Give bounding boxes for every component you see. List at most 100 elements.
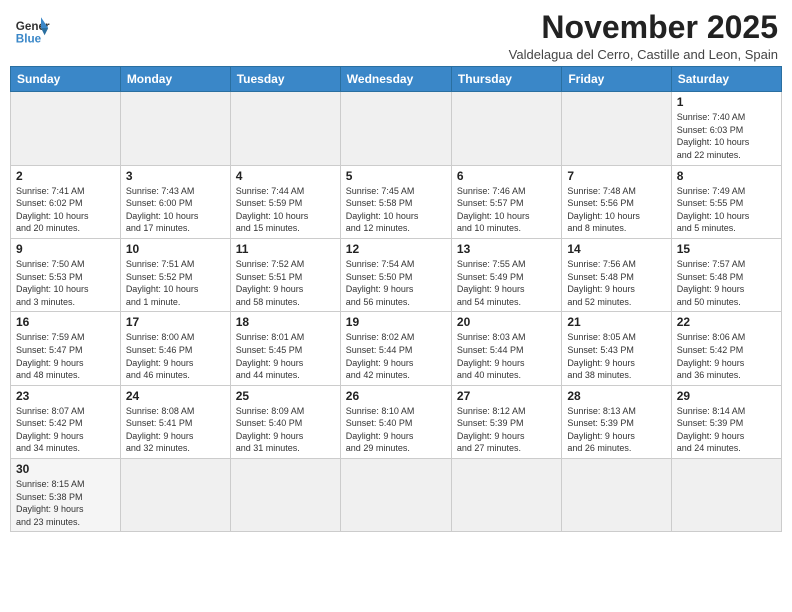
day-info: Sunrise: 7:48 AM Sunset: 5:56 PM Dayligh… (567, 185, 665, 235)
calendar-cell-4 (451, 92, 561, 165)
day-info: Sunrise: 7:55 AM Sunset: 5:49 PM Dayligh… (457, 258, 556, 308)
day-info: Sunrise: 8:00 AM Sunset: 5:46 PM Dayligh… (126, 331, 225, 381)
day-number: 14 (567, 242, 665, 256)
day-info: Sunrise: 8:13 AM Sunset: 5:39 PM Dayligh… (567, 405, 665, 455)
day-number: 28 (567, 389, 665, 403)
day-number: 20 (457, 315, 556, 329)
calendar-cell-17: 12 Sunrise: 7:54 AM Sunset: 5:50 PM Dayli… (340, 238, 451, 311)
day-number: 17 (126, 315, 225, 329)
calendar-cell-21: 16 Sunrise: 7:59 AM Sunset: 5:47 PM Dayli… (11, 312, 121, 385)
day-info: Sunrise: 7:51 AM Sunset: 5:52 PM Dayligh… (126, 258, 225, 308)
calendar-cell-32: 27 Sunrise: 8:12 AM Sunset: 5:39 PM Dayli… (451, 385, 561, 458)
day-info: Sunrise: 8:06 AM Sunset: 5:42 PM Dayligh… (677, 331, 776, 381)
day-info: Sunrise: 7:54 AM Sunset: 5:50 PM Dayligh… (346, 258, 446, 308)
day-number: 4 (236, 169, 335, 183)
calendar-cell-15: 10 Sunrise: 7:51 AM Sunset: 5:52 PM Dayli… (120, 238, 230, 311)
day-number: 3 (126, 169, 225, 183)
day-number: 26 (346, 389, 446, 403)
day-number: 29 (677, 389, 776, 403)
weekday-header-friday: Friday (562, 67, 671, 92)
day-number: 13 (457, 242, 556, 256)
calendar-cell-18: 13 Sunrise: 7:55 AM Sunset: 5:49 PM Dayli… (451, 238, 561, 311)
calendar-cell-30: 25 Sunrise: 8:09 AM Sunset: 5:40 PM Dayli… (230, 385, 340, 458)
day-info: Sunrise: 8:03 AM Sunset: 5:44 PM Dayligh… (457, 331, 556, 381)
calendar-cell-41 (671, 459, 781, 532)
day-info: Sunrise: 7:56 AM Sunset: 5:48 PM Dayligh… (567, 258, 665, 308)
calendar-cell-6: 1Sunrise: 7:40 AM Sunset: 6:03 PM Daylig… (671, 92, 781, 165)
calendar-cell-39 (451, 459, 561, 532)
weekday-header-row: SundayMondayTuesdayWednesdayThursdayFrid… (11, 67, 782, 92)
day-number: 25 (236, 389, 335, 403)
day-number: 24 (126, 389, 225, 403)
day-number: 8 (677, 169, 776, 183)
weekday-header-monday: Monday (120, 67, 230, 92)
day-number: 15 (677, 242, 776, 256)
calendar-cell-8: 3 Sunrise: 7:43 AM Sunset: 6:00 PM Daylig… (120, 165, 230, 238)
svg-text:Blue: Blue (16, 32, 42, 45)
day-number: 18 (236, 315, 335, 329)
day-number: 22 (677, 315, 776, 329)
day-info: Sunrise: 8:01 AM Sunset: 5:45 PM Dayligh… (236, 331, 335, 381)
day-number: 10 (126, 242, 225, 256)
calendar-row-3: 9Sunrise: 7:50 AM Sunset: 5:53 PM Daylig… (11, 238, 782, 311)
weekday-header-thursday: Thursday (451, 67, 561, 92)
day-info: Sunrise: 7:43 AM Sunset: 6:00 PM Dayligh… (126, 185, 225, 235)
day-info: Sunrise: 7:46 AM Sunset: 5:57 PM Dayligh… (457, 185, 556, 235)
calendar-row-6: 30 Sunrise: 8:15 AM Sunset: 5:38 PM Dayli… (11, 459, 782, 532)
calendar-row-2: 2Sunrise: 7:41 AM Sunset: 6:02 PM Daylig… (11, 165, 782, 238)
page-header: General Blue November 2025 Valdelagua de… (10, 10, 782, 62)
calendar-cell-33: 28 Sunrise: 8:13 AM Sunset: 5:39 PM Dayli… (562, 385, 671, 458)
calendar-cell-2 (230, 92, 340, 165)
day-number: 6 (457, 169, 556, 183)
day-number: 5 (346, 169, 446, 183)
calendar-cell-40 (562, 459, 671, 532)
day-info: Sunrise: 8:05 AM Sunset: 5:43 PM Dayligh… (567, 331, 665, 381)
calendar-cell-25: 20 Sunrise: 8:03 AM Sunset: 5:44 PM Dayli… (451, 312, 561, 385)
day-number: 27 (457, 389, 556, 403)
day-number: 1 (677, 95, 776, 109)
day-info: Sunrise: 7:59 AM Sunset: 5:47 PM Dayligh… (16, 331, 115, 381)
weekday-header-sunday: Sunday (11, 67, 121, 92)
day-info: Sunrise: 8:07 AM Sunset: 5:42 PM Dayligh… (16, 405, 115, 455)
calendar-cell-9: 4Sunrise: 7:44 AM Sunset: 5:59 PM Daylig… (230, 165, 340, 238)
location: Valdelagua del Cerro, Castille and Leon,… (509, 47, 778, 62)
day-number: 16 (16, 315, 115, 329)
calendar-cell-29: 24 Sunrise: 8:08 AM Sunset: 5:41 PM Dayli… (120, 385, 230, 458)
calendar-cell-7: 2Sunrise: 7:41 AM Sunset: 6:02 PM Daylig… (11, 165, 121, 238)
calendar-cell-31: 26 Sunrise: 8:10 AM Sunset: 5:40 PM Dayli… (340, 385, 451, 458)
logo: General Blue (14, 10, 50, 46)
day-number: 7 (567, 169, 665, 183)
calendar-cell-37 (230, 459, 340, 532)
calendar-cell-34: 29Sunrise: 8:14 AM Sunset: 5:39 PM Dayli… (671, 385, 781, 458)
day-info: Sunrise: 8:12 AM Sunset: 5:39 PM Dayligh… (457, 405, 556, 455)
calendar-cell-24: 19Sunrise: 8:02 AM Sunset: 5:44 PM Dayli… (340, 312, 451, 385)
day-info: Sunrise: 8:15 AM Sunset: 5:38 PM Dayligh… (16, 478, 115, 528)
calendar-cell-26: 21Sunrise: 8:05 AM Sunset: 5:43 PM Dayli… (562, 312, 671, 385)
calendar-cell-12: 7 Sunrise: 7:48 AM Sunset: 5:56 PM Daylig… (562, 165, 671, 238)
day-number: 30 (16, 462, 115, 476)
title-area: November 2025 Valdelagua del Cerro, Cast… (509, 10, 778, 62)
month-year: November 2025 (509, 10, 778, 45)
calendar-cell-10: 5 Sunrise: 7:45 AM Sunset: 5:58 PM Daylig… (340, 165, 451, 238)
calendar-cell-27: 22 Sunrise: 8:06 AM Sunset: 5:42 PM Dayli… (671, 312, 781, 385)
day-info: Sunrise: 7:49 AM Sunset: 5:55 PM Dayligh… (677, 185, 776, 235)
day-info: Sunrise: 7:45 AM Sunset: 5:58 PM Dayligh… (346, 185, 446, 235)
day-info: Sunrise: 7:41 AM Sunset: 6:02 PM Dayligh… (16, 185, 115, 235)
calendar-cell-28: 23Sunrise: 8:07 AM Sunset: 5:42 PM Dayli… (11, 385, 121, 458)
weekday-header-wednesday: Wednesday (340, 67, 451, 92)
day-info: Sunrise: 8:09 AM Sunset: 5:40 PM Dayligh… (236, 405, 335, 455)
calendar-cell-19: 14 Sunrise: 7:56 AM Sunset: 5:48 PM Dayli… (562, 238, 671, 311)
day-info: Sunrise: 7:50 AM Sunset: 5:53 PM Dayligh… (16, 258, 115, 308)
calendar-cell-20: 15 Sunrise: 7:57 AM Sunset: 5:48 PM Dayli… (671, 238, 781, 311)
day-info: Sunrise: 7:52 AM Sunset: 5:51 PM Dayligh… (236, 258, 335, 308)
day-info: Sunrise: 7:57 AM Sunset: 5:48 PM Dayligh… (677, 258, 776, 308)
day-info: Sunrise: 8:08 AM Sunset: 5:41 PM Dayligh… (126, 405, 225, 455)
day-info: Sunrise: 8:02 AM Sunset: 5:44 PM Dayligh… (346, 331, 446, 381)
day-number: 12 (346, 242, 446, 256)
calendar-cell-36 (120, 459, 230, 532)
calendar-cell-5 (562, 92, 671, 165)
calendar-cell-22: 17 Sunrise: 8:00 AM Sunset: 5:46 PM Dayli… (120, 312, 230, 385)
calendar-row-5: 23Sunrise: 8:07 AM Sunset: 5:42 PM Dayli… (11, 385, 782, 458)
day-info: Sunrise: 8:10 AM Sunset: 5:40 PM Dayligh… (346, 405, 446, 455)
calendar-cell-14: 9Sunrise: 7:50 AM Sunset: 5:53 PM Daylig… (11, 238, 121, 311)
